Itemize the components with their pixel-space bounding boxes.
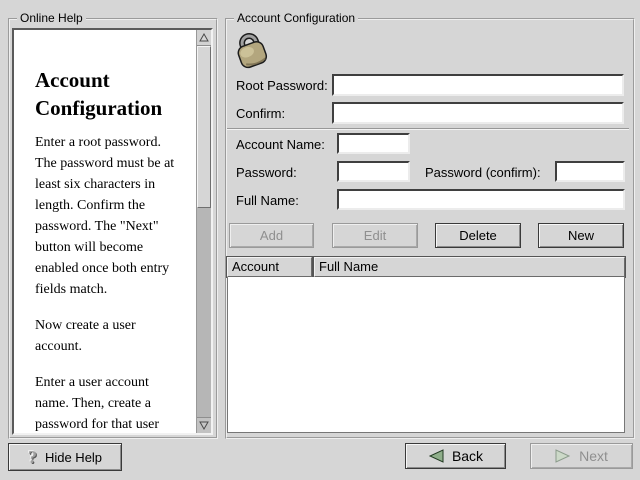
password-confirm-label: Password (confirm): — [425, 164, 541, 182]
scrollbar-down-icon — [199, 421, 209, 430]
help-title: Account Configuration — [35, 66, 183, 122]
next-button-label: Next — [579, 448, 608, 464]
help-scrollbar[interactable] — [196, 30, 211, 433]
full-name-label: Full Name: — [236, 192, 299, 210]
account-configuration-frame: Account Configuration Root Password: Con… — [225, 18, 635, 439]
accounts-list[interactable] — [227, 277, 625, 433]
confirm-label: Confirm: — [236, 105, 285, 123]
account-name-label: Account Name: — [236, 136, 325, 154]
scrollbar-up-button[interactable] — [197, 30, 211, 46]
help-paragraph: Enter a root password. The password must… — [35, 132, 183, 300]
hide-help-button[interactable]: ? Hide Help — [8, 443, 122, 471]
online-help-frame-label: Online Help — [17, 11, 86, 25]
root-password-input[interactable] — [332, 74, 624, 96]
online-help-frame: Online Help Account Configuration Enter … — [8, 18, 218, 439]
accounts-table-header: Account Name Full Name — [227, 257, 625, 277]
full-name-input[interactable] — [337, 189, 625, 210]
back-button-label: Back — [452, 448, 483, 464]
next-arrow-icon — [555, 449, 571, 463]
help-viewport: Account Configuration Enter a root passw… — [12, 28, 213, 435]
add-button[interactable]: Add — [229, 223, 314, 248]
account-configuration-frame-label: Account Configuration — [234, 11, 358, 25]
scrollbar-down-button[interactable] — [197, 417, 211, 433]
scrollbar-thumb[interactable] — [197, 46, 211, 208]
account-name-input[interactable] — [337, 133, 410, 154]
password-input[interactable] — [337, 161, 410, 182]
help-paragraph: Enter a user account name. Then, create … — [35, 372, 183, 433]
separator — [227, 128, 629, 130]
back-arrow-icon — [428, 449, 444, 463]
help-paragraph: Now create a user account. — [35, 315, 183, 357]
help-content: Account Configuration Enter a root passw… — [14, 30, 197, 433]
password-label: Password: — [236, 164, 297, 182]
delete-button[interactable]: Delete — [435, 223, 521, 248]
confirm-password-input[interactable] — [332, 102, 624, 124]
question-mark-icon: ? — [28, 448, 37, 466]
edit-button-label: Edit — [364, 228, 386, 243]
hide-help-button-label: Hide Help — [45, 450, 102, 465]
scrollbar-up-icon — [199, 33, 209, 42]
add-button-label: Add — [260, 228, 283, 243]
root-password-label: Root Password: — [236, 77, 328, 95]
column-header-account-name[interactable]: Account Name — [227, 257, 312, 277]
back-button[interactable]: Back — [405, 443, 506, 469]
new-button-label: New — [568, 228, 594, 243]
new-button[interactable]: New — [538, 223, 624, 248]
password-confirm-input[interactable] — [555, 161, 625, 182]
column-header-full-name[interactable]: Full Name — [314, 257, 625, 277]
padlock-icon — [231, 28, 273, 72]
delete-button-label: Delete — [459, 228, 497, 243]
edit-button[interactable]: Edit — [332, 223, 418, 248]
next-button[interactable]: Next — [530, 443, 633, 469]
